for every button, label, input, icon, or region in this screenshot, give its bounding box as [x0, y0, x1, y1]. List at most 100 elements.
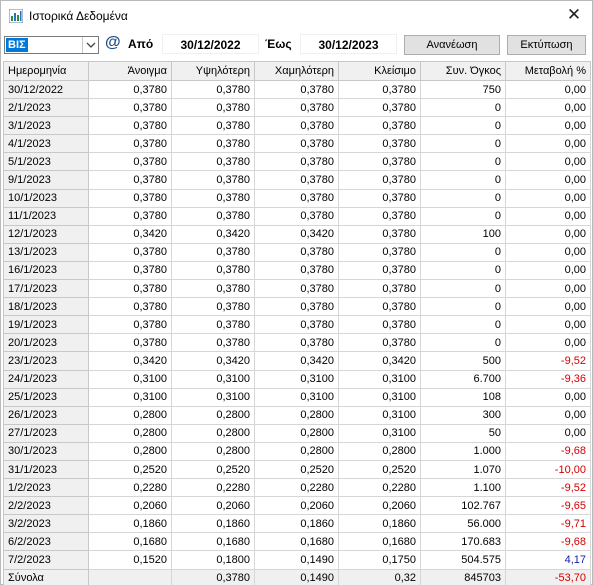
cell-high: 0,3780	[171, 333, 255, 353]
table-row[interactable]: 23/1/2023 0,3420 0,3420 0,3420 0,3420 500 -9,5…	[3, 351, 591, 371]
cell-date: 17/1/2023	[3, 279, 89, 299]
close-button[interactable]: ✕	[562, 4, 586, 26]
cell-close: 0,2280	[338, 478, 421, 498]
table-row[interactable]: 10/1/2023 0,3780 0,3780 0,3780 0,3780 0 0,00	[3, 188, 591, 208]
at-sign-icon[interactable]: @	[105, 34, 121, 52]
from-date-field[interactable]: 30/12/2022	[162, 34, 259, 54]
cell-low: 0,3780	[254, 297, 339, 317]
table-row[interactable]: 16/1/2023 0,3780 0,3780 0,3780 0,3780 0 0,00	[3, 260, 591, 281]
cell-date: 20/1/2023	[3, 333, 89, 353]
cell-low: 0,2800	[254, 441, 339, 461]
table-row[interactable]: 2/2/2023 0,2060 0,2060 0,2060 0,2060 102.767-…	[3, 496, 591, 516]
cell-open: 0,2280	[88, 478, 172, 498]
cell-date: 16/1/2023	[3, 260, 89, 281]
cell-date: 10/1/2023	[3, 188, 89, 208]
cell-close: 0,3780	[338, 188, 421, 208]
table-row[interactable]: 12/1/2023 0,3420 0,3420 0,3420 0,3780 100 0,00	[3, 224, 591, 244]
cell-open: 0,3780	[88, 152, 172, 172]
cell-date: 5/1/2023	[3, 152, 89, 172]
cell-low: 0,3780	[254, 206, 339, 226]
cell-date: 30/12/2022	[3, 79, 89, 100]
cell-open: 0,3780	[88, 315, 172, 335]
cell-volume: 100	[420, 224, 506, 244]
cell-volume: 108	[420, 387, 506, 407]
table-row[interactable]: 30/12/2022 0,3780 0,3780 0,3780 0,3780 750 0,0…	[3, 79, 591, 100]
table-row[interactable]: 3/2/2023 0,1860 0,1860 0,1860 0,1860 56.000 -9…	[3, 514, 591, 534]
cell-volume: 1.100	[420, 478, 506, 498]
cell-close: 0,3780	[338, 79, 421, 100]
cell-low: 0,2800	[254, 405, 339, 425]
from-label: Από	[128, 37, 154, 51]
cell-close: 0,2520	[338, 459, 421, 480]
cell-date: 11/1/2023	[3, 206, 89, 226]
cell-open: 0,3780	[88, 260, 172, 281]
totals-row: Σύνολα 0,3780 0,1490 0,32 845703 -53,70	[3, 568, 591, 585]
cell-volume: 0	[420, 333, 506, 353]
table-row[interactable]: 1/2/2023 0,2280 0,2280 0,2280 0,2280 1.100 -9,…	[3, 478, 591, 498]
window-title: Ιστορικά Δεδομένα	[29, 9, 128, 23]
cell-open: 0,3100	[88, 369, 172, 389]
table-row[interactable]: 7/2/2023 0,1520 0,1800 0,1490 0,1750 504.575 4…	[3, 550, 591, 570]
table-row[interactable]: 27/1/2023 0,2800 0,2800 0,2800 0,3100 50 0,00	[3, 423, 591, 443]
to-date-field[interactable]: 30/12/2023	[300, 34, 397, 54]
cell-high: 0,2800	[171, 441, 255, 461]
cell-volume: 56.000	[420, 514, 506, 534]
cell-date: 3/2/2023	[3, 514, 89, 534]
table-row[interactable]: 4/1/2023 0,3780 0,3780 0,3780 0,3780 0 0,00	[3, 134, 591, 154]
table-row[interactable]: 26/1/2023 0,2800 0,2800 0,2800 0,3100 300 0,00	[3, 405, 591, 425]
symbol-select-value[interactable]: ΒΙΣ	[6, 38, 28, 52]
cell-low: 0,3780	[254, 260, 339, 281]
header-volume[interactable]: Συν. Όγκος	[420, 61, 506, 81]
table-row[interactable]: 25/1/2023 0,3100 0,3100 0,3100 0,3100 108 0,00	[3, 387, 591, 407]
cell-low: 0,2800	[254, 423, 339, 443]
header-high[interactable]: Υψηλότερη	[171, 61, 255, 81]
cell-volume: 0	[420, 315, 506, 335]
cell-high: 0,3780	[171, 297, 255, 317]
chevron-down-icon[interactable]	[82, 37, 98, 53]
cell-high: 0,2800	[171, 405, 255, 425]
header-open[interactable]: Άνοιγμα	[88, 61, 172, 81]
cell-volume: 0	[420, 116, 506, 136]
cell-open: 0,2800	[88, 423, 172, 443]
table-row[interactable]: 30/1/2023 0,2800 0,2800 0,2800 0,2800 1.000 -9…	[3, 441, 591, 461]
table-row[interactable]: 13/1/2023 0,3780 0,3780 0,3780 0,3780 0 0,00	[3, 242, 591, 262]
cell-volume: 0	[420, 279, 506, 299]
table-row[interactable]: 11/1/2023 0,3780 0,3780 0,3780 0,3780 0 0,00	[3, 206, 591, 226]
table-row[interactable]: 3/1/2023 0,3780 0,3780 0,3780 0,3780 0 0,00	[3, 116, 591, 136]
cell-change: -9,68	[505, 532, 591, 552]
cell-change: 0,00	[505, 98, 591, 118]
table-row[interactable]: 6/2/2023 0,1680 0,1680 0,1680 0,1680 170.683-…	[3, 532, 591, 552]
table-row[interactable]: 20/1/2023 0,3780 0,3780 0,3780 0,3780 0 0,00	[3, 333, 591, 353]
title-bar[interactable]: Ιστορικά Δεδομένα ✕	[1, 1, 592, 31]
cell-volume: 0	[420, 134, 506, 154]
table-row[interactable]: 18/1/2023 0,3780 0,3780 0,3780 0,3780 0 0,00	[3, 297, 591, 317]
header-change[interactable]: Μεταβολή %	[505, 61, 591, 81]
table-row[interactable]: 5/1/2023 0,3780 0,3780 0,3780 0,3780 0 0,00	[3, 152, 591, 172]
print-button[interactable]: Εκτύπωση	[507, 35, 586, 55]
cell-open: 0,2060	[88, 496, 172, 516]
header-close[interactable]: Κλείσιμο	[338, 61, 421, 81]
cell-high: 0,3780	[171, 98, 255, 118]
cell-change: 0,00	[505, 224, 591, 244]
cell-open: 0,3780	[88, 134, 172, 154]
cell-date: 9/1/2023	[3, 170, 89, 190]
cell-high: 0,1800	[171, 550, 255, 570]
header-date[interactable]: Ημερομηνία	[3, 61, 89, 81]
cell-volume: 102.767	[420, 496, 506, 516]
table-row[interactable]: 31/1/2023 0,2520 0,2520 0,2520 0,2520 1.070 -1…	[3, 459, 591, 480]
cell-close: 0,1860	[338, 514, 421, 534]
table-row[interactable]: 17/1/2023 0,3780 0,3780 0,3780 0,3780 0 0,00	[3, 279, 591, 299]
table-row[interactable]: 2/1/2023 0,3780 0,3780 0,3780 0,3780 0 0,00	[3, 98, 591, 118]
cell-high: 0,3780	[171, 260, 255, 281]
refresh-button[interactable]: Ανανέωση	[404, 35, 500, 55]
symbol-select[interactable]: ΒΙΣ	[4, 36, 99, 54]
table-row[interactable]: 24/1/2023 0,3100 0,3100 0,3100 0,3100 6.700 -9…	[3, 369, 591, 389]
table-row[interactable]: 9/1/2023 0,3780 0,3780 0,3780 0,3780 0 0,00	[3, 170, 591, 190]
cell-high: 0,3780	[171, 315, 255, 335]
table-row[interactable]: 19/1/2023 0,3780 0,3780 0,3780 0,3780 0 0,00	[3, 315, 591, 335]
close-icon[interactable]: ✕	[567, 5, 581, 24]
header-low[interactable]: Χαμηλότερη	[254, 61, 339, 81]
cell-close: 0,3100	[338, 369, 421, 389]
table-header-row: Ημερομηνία Άνοιγμα Υψηλότερη Χαμηλότερη Κλεί…	[3, 61, 591, 81]
table-body: 30/12/2022 0,3780 0,3780 0,3780 0,3780 750 0,0…	[3, 79, 591, 585]
